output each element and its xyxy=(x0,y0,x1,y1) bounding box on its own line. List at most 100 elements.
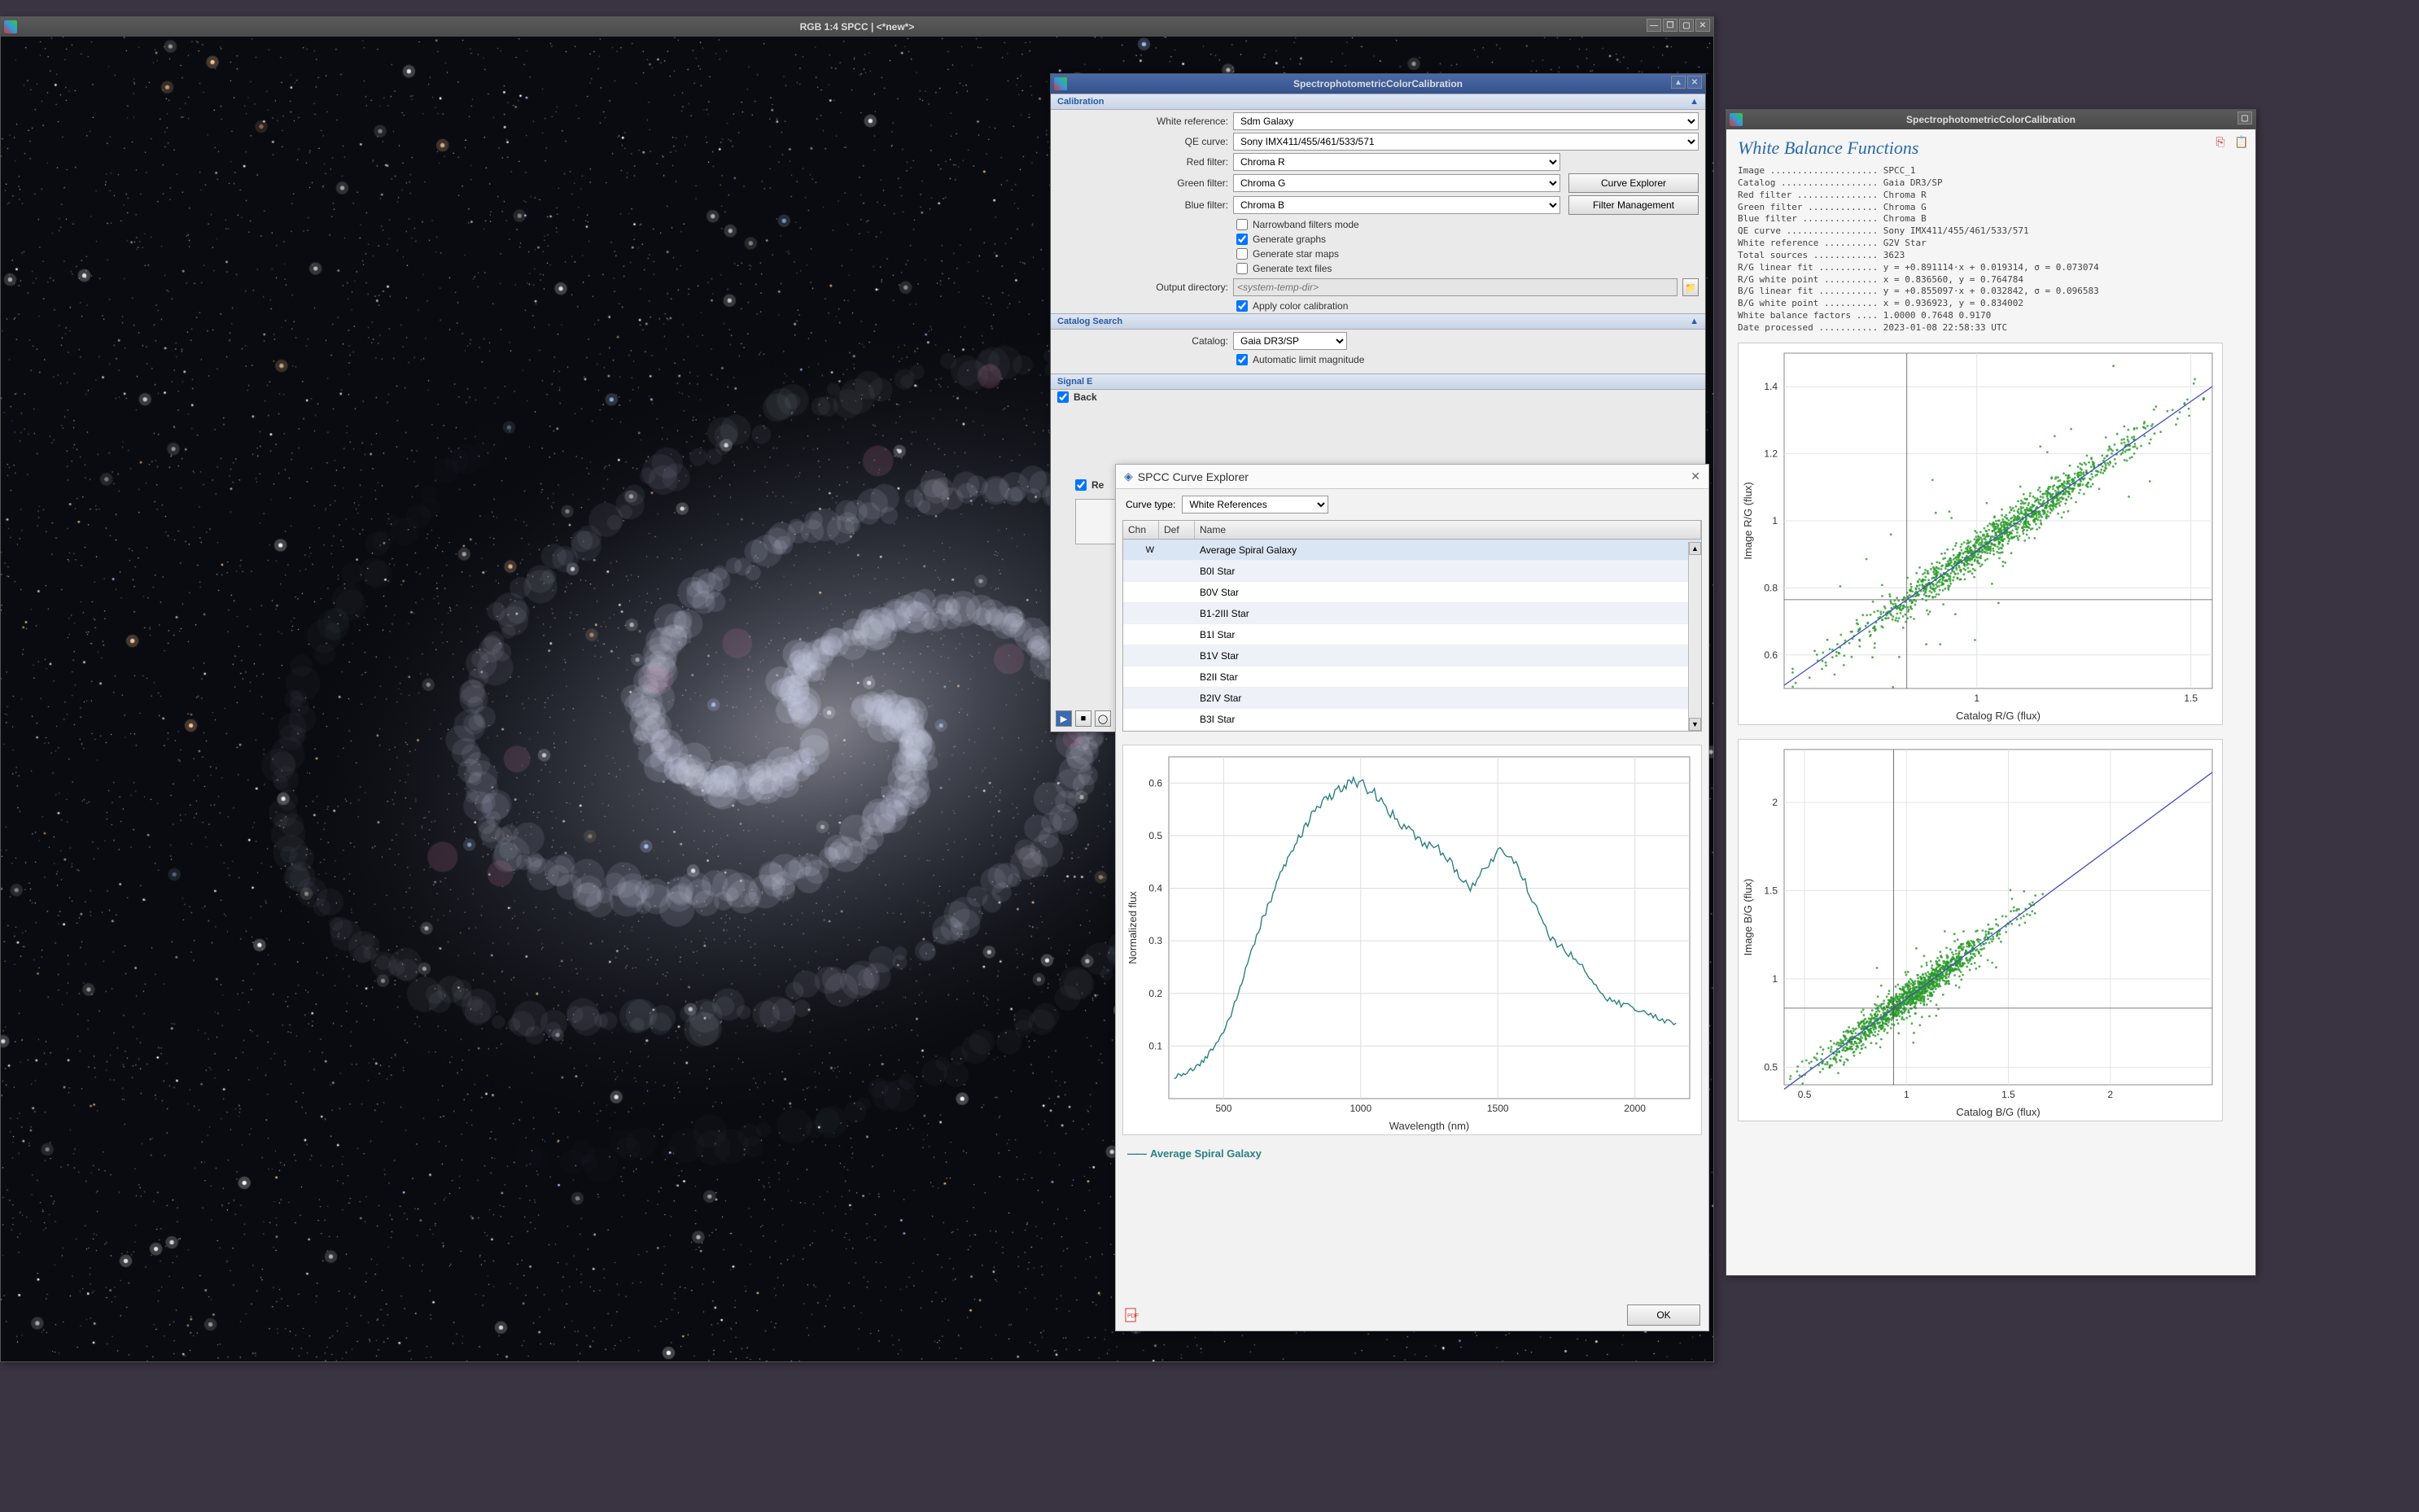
curve-explorer-dialog: ◈ SPCC Curve Explorer ✕ Curve type: Whit… xyxy=(1115,464,1709,1331)
app-icon xyxy=(1054,77,1067,90)
close-icon[interactable]: ✕ xyxy=(1691,470,1700,483)
output-dir-label: Output directory: xyxy=(1057,282,1228,293)
svg-text:Catalog R/G (flux): Catalog R/G (flux) xyxy=(1956,710,2041,722)
table-row[interactable]: B0I Star xyxy=(1123,561,1701,582)
curve-table: Chn Def Name WAverage Spiral GalaxyB0I S… xyxy=(1122,520,1702,732)
svg-text:0.5: 0.5 xyxy=(1798,1089,1812,1100)
pdf-icon[interactable]: PDF xyxy=(1124,1308,1139,1322)
svg-text:Catalog B/G (flux): Catalog B/G (flux) xyxy=(1956,1106,2040,1118)
catalog-label: Catalog: xyxy=(1057,335,1228,347)
narrowband-checkbox[interactable] xyxy=(1236,219,1248,230)
svg-text:1.5: 1.5 xyxy=(1764,885,1778,896)
close-icon[interactable]: ✕ xyxy=(1687,76,1702,89)
table-row[interactable]: B1V Star xyxy=(1123,645,1701,666)
spcc-titlebar[interactable]: SpectrophotometricColorCalibration ▲ ✕ xyxy=(1051,74,1705,94)
maximize-icon[interactable]: ▢ xyxy=(2237,111,2252,125)
svg-text:1500: 1500 xyxy=(1487,1103,1509,1114)
svg-text:1.5: 1.5 xyxy=(2184,693,2198,704)
gen-text-checkbox[interactable] xyxy=(1236,263,1248,274)
bg-scatter-chart: 0.511.520.511.52Catalog B/G (flux)Image … xyxy=(1738,739,2223,1121)
section-signal[interactable]: Signal E xyxy=(1051,374,1705,390)
red-filter-select[interactable]: Chroma R xyxy=(1233,153,1560,171)
svg-text:1.5: 1.5 xyxy=(2001,1089,2015,1100)
blue-filter-label: Blue filter: xyxy=(1057,199,1228,211)
app-icon xyxy=(4,20,17,33)
filter-management-button[interactable]: Filter Management xyxy=(1568,195,1699,215)
scroll-down-icon[interactable]: ▼ xyxy=(1689,718,1701,731)
svg-text:0.3: 0.3 xyxy=(1148,935,1162,946)
output-dir-input[interactable] xyxy=(1233,278,1678,296)
svg-text:1000: 1000 xyxy=(1349,1103,1371,1114)
red-filter-label: Red filter: xyxy=(1057,156,1228,168)
ok-button[interactable]: OK xyxy=(1627,1304,1700,1326)
gen-graphs-checkbox[interactable] xyxy=(1236,234,1248,245)
col-def[interactable]: Def xyxy=(1159,521,1195,539)
apply-cc-checkbox[interactable] xyxy=(1236,300,1248,312)
svg-text:Wavelength (nm): Wavelength (nm) xyxy=(1389,1120,1470,1132)
scroll-up-icon[interactable]: ▲ xyxy=(1689,542,1701,555)
svg-text:Image R/G (flux): Image R/G (flux) xyxy=(1742,482,1754,559)
qe-curve-select[interactable]: Sony IMX411/455/461/533/571 xyxy=(1233,133,1699,151)
table-row[interactable]: WAverage Spiral Galaxy xyxy=(1123,540,1701,561)
chevron-up-icon: ▲ xyxy=(1690,97,1699,107)
table-row[interactable]: B1-2III Star xyxy=(1123,603,1701,624)
wbf-title: SpectrophotometricColorCalibration xyxy=(1906,114,2076,125)
curve-type-select[interactable]: White References xyxy=(1182,496,1328,513)
back-checkbox[interactable] xyxy=(1057,391,1069,403)
curve-explorer-titlebar[interactable]: ◈ SPCC Curve Explorer ✕ xyxy=(1116,465,1708,489)
qe-curve-label: QE curve: xyxy=(1057,136,1228,147)
svg-text:1: 1 xyxy=(1974,693,1979,704)
green-filter-select[interactable]: Chroma G xyxy=(1233,174,1560,192)
image-window-titlebar[interactable]: RGB 1:4 SPCC | <*new*> — ❐ ▢ ✕ xyxy=(1,17,1713,37)
svg-text:0.8: 0.8 xyxy=(1764,582,1778,593)
col-name[interactable]: Name xyxy=(1195,521,1701,539)
table-scrollbar[interactable]: ▲ ▼ xyxy=(1688,542,1701,731)
minimize-icon[interactable]: — xyxy=(1647,19,1661,32)
table-row[interactable]: B2IV Star xyxy=(1123,688,1701,709)
flame-icon: ◈ xyxy=(1124,470,1133,483)
apply-icon[interactable]: ■ xyxy=(1075,710,1091,727)
spectrum-chart: 5001000150020000.10.20.30.40.50.6Wavelen… xyxy=(1122,745,1702,1135)
blue-filter-select[interactable]: Chroma B xyxy=(1233,196,1560,214)
svg-text:1: 1 xyxy=(1772,515,1778,527)
restore-icon[interactable]: ❐ xyxy=(1663,19,1678,32)
white-ref-select[interactable]: Sdm Galaxy xyxy=(1233,112,1699,130)
svg-text:1.4: 1.4 xyxy=(1764,381,1778,392)
apply-global-icon[interactable]: ◯ xyxy=(1095,710,1111,727)
maximize-icon[interactable]: ▢ xyxy=(1679,19,1694,32)
table-row[interactable]: B1I Star xyxy=(1123,624,1701,645)
svg-text:1: 1 xyxy=(1904,1089,1909,1100)
svg-text:0.4: 0.4 xyxy=(1148,883,1162,894)
app-icon xyxy=(1730,113,1743,126)
copy-icon[interactable]: 📋 xyxy=(2234,134,2249,149)
gen-starmaps-checkbox[interactable] xyxy=(1236,248,1248,260)
pdf-icon[interactable]: ⎘ xyxy=(2213,134,2228,149)
svg-text:0.1: 0.1 xyxy=(1148,1040,1162,1051)
col-chn[interactable]: Chn xyxy=(1123,521,1159,539)
svg-text:0.5: 0.5 xyxy=(1764,1061,1778,1073)
curve-explorer-button[interactable]: Curve Explorer xyxy=(1568,173,1699,193)
svg-text:Image B/G (flux): Image B/G (flux) xyxy=(1742,878,1754,955)
table-row[interactable]: B0V Star xyxy=(1123,582,1701,603)
section-catalog-search[interactable]: Catalog Search ▲ xyxy=(1051,313,1705,330)
wbf-report-text: Image .................... SPCC_1 Catalo… xyxy=(1738,165,2244,334)
collapse-icon[interactable]: ▲ xyxy=(1671,76,1686,89)
image-window-title: RGB 1:4 SPCC | <*new*> xyxy=(800,21,915,33)
rg-scatter-chart: 11.50.60.811.21.4Catalog R/G (flux)Image… xyxy=(1738,343,2223,725)
svg-text:0.5: 0.5 xyxy=(1148,830,1162,841)
auto-limit-mag-checkbox[interactable] xyxy=(1236,354,1248,365)
section-calibration[interactable]: Calibration ▲ xyxy=(1051,94,1705,110)
new-instance-icon[interactable]: ▶ xyxy=(1056,710,1072,727)
wbf-titlebar[interactable]: SpectrophotometricColorCalibration ▢ xyxy=(1726,110,2255,129)
svg-text:0.2: 0.2 xyxy=(1148,988,1162,999)
spectrum-legend: ——Average Spiral Galaxy xyxy=(1116,1141,1708,1166)
browse-folder-icon[interactable]: 📁 xyxy=(1682,278,1699,296)
svg-text:0.6: 0.6 xyxy=(1764,649,1778,661)
re-checkbox[interactable] xyxy=(1075,479,1087,491)
catalog-select[interactable]: Gaia DR3/SP xyxy=(1233,332,1347,350)
svg-text:1: 1 xyxy=(1772,973,1778,985)
table-row[interactable]: B3I Star xyxy=(1123,709,1701,727)
close-icon[interactable]: ✕ xyxy=(1695,19,1710,32)
table-row[interactable]: B2II Star xyxy=(1123,666,1701,688)
svg-text:Normalized flux: Normalized flux xyxy=(1126,891,1139,964)
